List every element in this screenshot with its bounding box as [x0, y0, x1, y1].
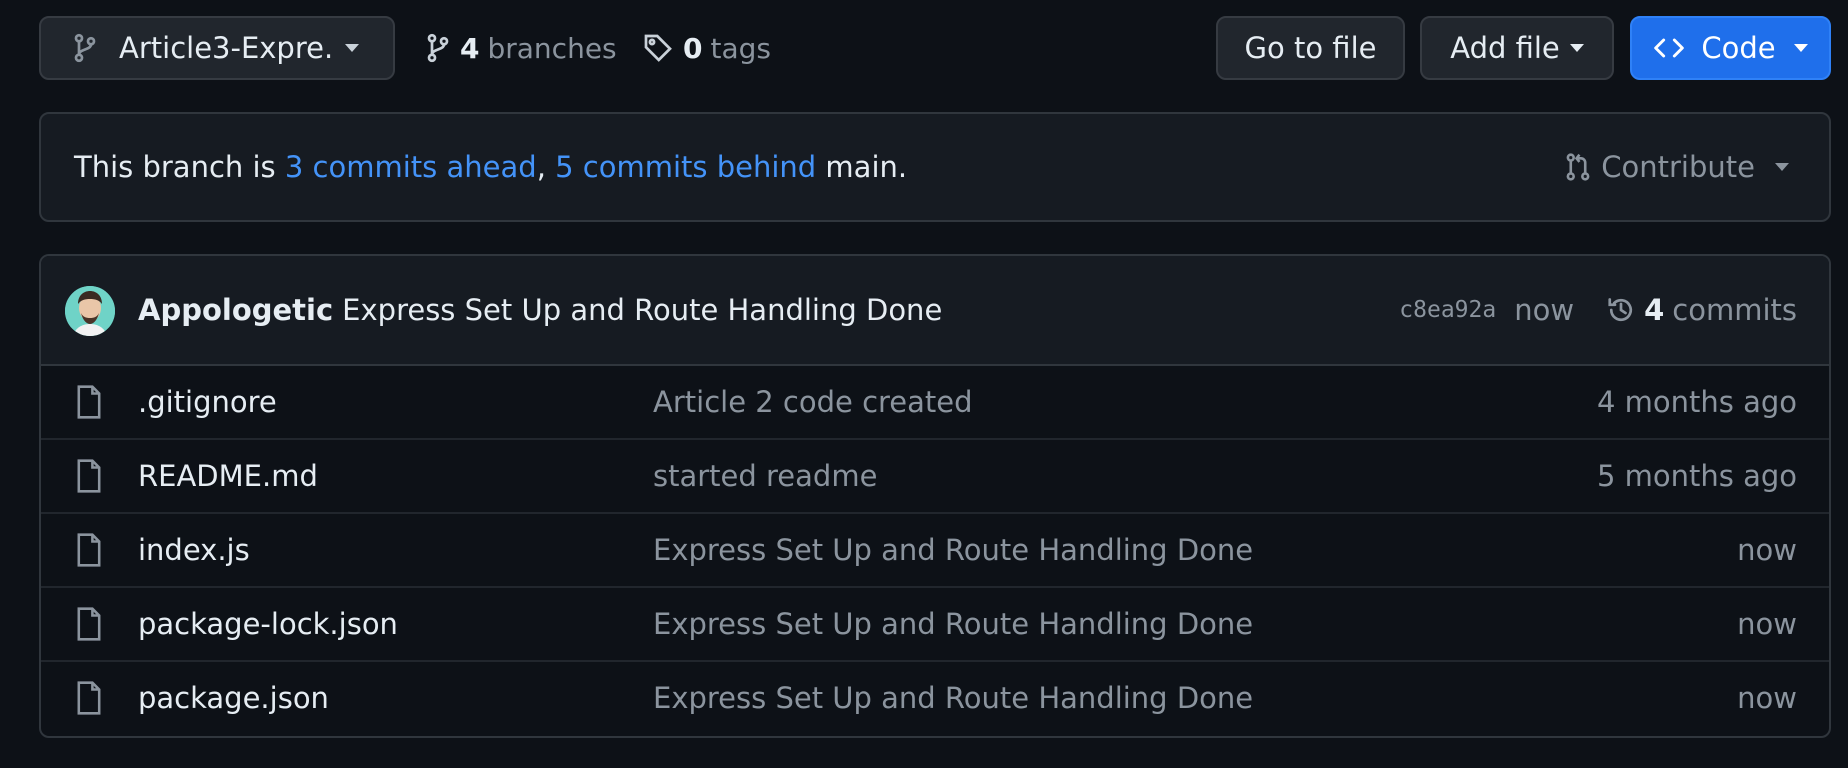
file-name-link[interactable]: index.js [138, 514, 250, 586]
table-row: index.js Express Set Up and Route Handli… [41, 512, 1829, 586]
status-suffix: main. [816, 150, 908, 184]
branch-status-text: This branch is 3 commits ahead , 5 commi… [74, 114, 907, 220]
file-name-link[interactable]: package-lock.json [138, 588, 398, 660]
file-commit-message-link[interactable]: Express Set Up and Route Handling Done [653, 588, 1253, 660]
file-icon [77, 533, 101, 567]
branches-label: branches [487, 31, 617, 65]
file-name-link[interactable]: package.json [138, 662, 329, 734]
repo-toolbar: Article3-Expre... 4 branches 0 tags Go t… [39, 16, 1831, 80]
file-commit-time: 4 months ago [1596, 385, 1797, 419]
latest-commit-meta: c8ea92a now 4 commits [1399, 256, 1797, 364]
git-branch-icon [427, 33, 449, 63]
latest-commit-row: Appologetic Express Set Up and Route Han… [41, 256, 1829, 366]
commits-count: 4 [1644, 293, 1665, 327]
chevron-down-icon [345, 44, 359, 52]
go-to-file-label: Go to file [1244, 31, 1377, 65]
file-commit-message-link[interactable]: Express Set Up and Route Handling Done [653, 662, 1253, 734]
file-list: .gitignore Article 2 code created 4 mont… [41, 366, 1829, 734]
go-to-file-button[interactable]: Go to file [1216, 16, 1405, 80]
table-row: .gitignore Article 2 code created 4 mont… [41, 366, 1829, 438]
branch-select-button[interactable]: Article3-Expre... [39, 16, 395, 80]
avatar[interactable] [65, 286, 115, 336]
add-file-label: Add file [1450, 31, 1560, 65]
commit-author-link[interactable]: Appologetic [138, 293, 333, 327]
chevron-down-icon [1793, 44, 1808, 52]
commit-message-link[interactable]: Express Set Up and Route Handling Done [342, 293, 942, 327]
contribute-dropdown[interactable]: Contribute [1565, 114, 1789, 220]
commits-label: commits [1672, 293, 1797, 327]
commit-sha-link[interactable]: c8ea92a [1399, 297, 1496, 323]
repo-file-browser: Article3-Expre... 4 branches 0 tags Go t… [0, 0, 1848, 768]
file-commit-message-link[interactable]: started readme [653, 440, 877, 512]
branches-count: 4 [460, 31, 480, 65]
branches-link[interactable]: 4 branches [426, 16, 617, 80]
chevron-down-icon [1775, 163, 1789, 171]
table-row: package-lock.json Express Set Up and Rou… [41, 586, 1829, 660]
code-icon [1654, 38, 1685, 58]
file-commit-time: now [1737, 681, 1797, 715]
branch-name: Article3-Expre... [119, 31, 331, 65]
tag-icon [644, 34, 672, 62]
file-icon [77, 385, 101, 419]
commits-behind-link[interactable]: 5 commits behind [555, 150, 816, 184]
tags-count: 0 [683, 31, 703, 65]
tags-link[interactable]: 0 tags [643, 16, 771, 80]
code-label: Code [1701, 31, 1776, 65]
file-commit-time: 5 months ago [1596, 459, 1797, 493]
history-icon [1608, 298, 1633, 322]
pull-request-icon [1566, 153, 1590, 181]
status-separator: , [536, 150, 556, 184]
file-icon [77, 459, 101, 493]
contribute-label: Contribute [1601, 150, 1755, 184]
file-table: Appologetic Express Set Up and Route Han… [39, 254, 1831, 738]
tags-label: tags [710, 31, 771, 65]
git-branch-icon [74, 33, 96, 63]
file-commit-message-link[interactable]: Article 2 code created [653, 366, 973, 438]
commits-ahead-link[interactable]: 3 commits ahead [285, 150, 537, 184]
chevron-down-icon [1569, 44, 1584, 52]
table-row: package.json Express Set Up and Route Ha… [41, 660, 1829, 734]
file-icon [77, 681, 101, 715]
add-file-button[interactable]: Add file [1420, 16, 1614, 80]
code-button[interactable]: Code [1630, 16, 1831, 80]
file-commit-message-link[interactable]: Express Set Up and Route Handling Done [653, 514, 1253, 586]
status-prefix: This branch is [74, 150, 285, 184]
file-icon [77, 607, 101, 641]
branch-status-box: This branch is 3 commits ahead , 5 commi… [39, 112, 1831, 222]
table-row: README.md started readme 5 months ago [41, 438, 1829, 512]
file-name-link[interactable]: .gitignore [138, 366, 277, 438]
file-name-link[interactable]: README.md [138, 440, 318, 512]
file-commit-time: now [1737, 533, 1797, 567]
commit-time: now [1514, 293, 1575, 327]
user-avatar-icon [65, 286, 115, 336]
latest-commit-message: Appologetic Express Set Up and Route Han… [138, 256, 942, 364]
commits-history-link[interactable]: 4 commits [1606, 293, 1797, 327]
file-commit-time: now [1737, 607, 1797, 641]
